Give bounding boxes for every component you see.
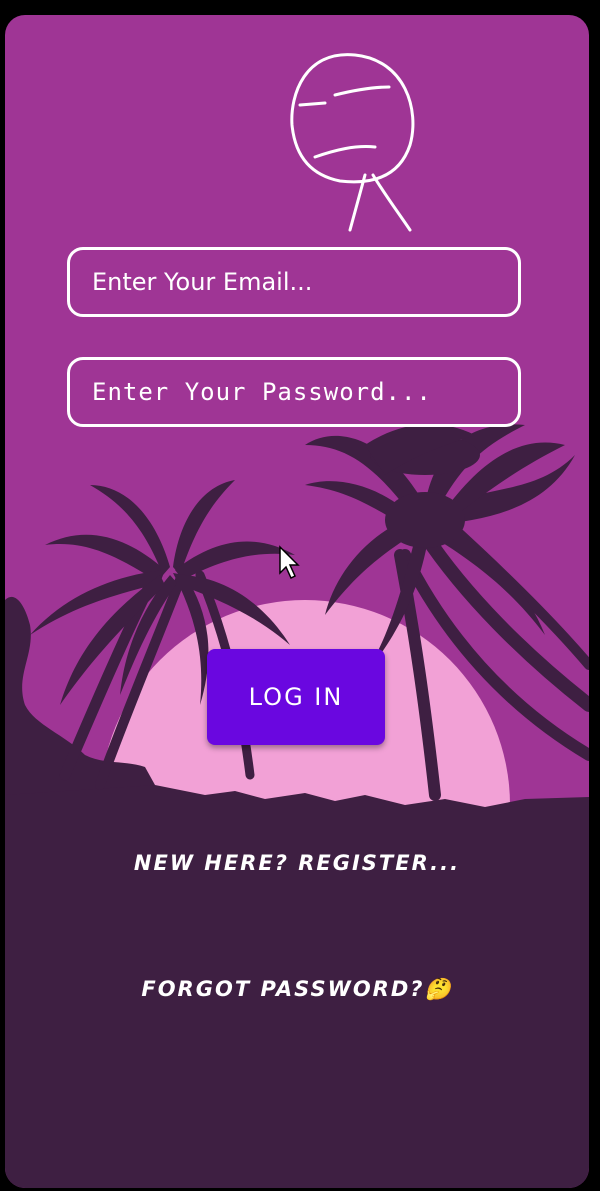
login-button[interactable]: LOG IN	[207, 649, 385, 745]
login-screen: LOG IN NEW HERE? REGISTER... FORGOT PASS…	[5, 15, 589, 1188]
mouse-cursor-icon	[279, 545, 300, 580]
register-link[interactable]: NEW HERE? REGISTER...	[5, 851, 589, 875]
password-field[interactable]	[67, 357, 521, 427]
forgot-password-link[interactable]: FORGOT PASSWORD?🤔	[5, 977, 589, 1002]
palm-sunset-background	[5, 53, 589, 1188]
stick-figure-icon	[290, 53, 415, 232]
email-field[interactable]	[67, 247, 521, 317]
